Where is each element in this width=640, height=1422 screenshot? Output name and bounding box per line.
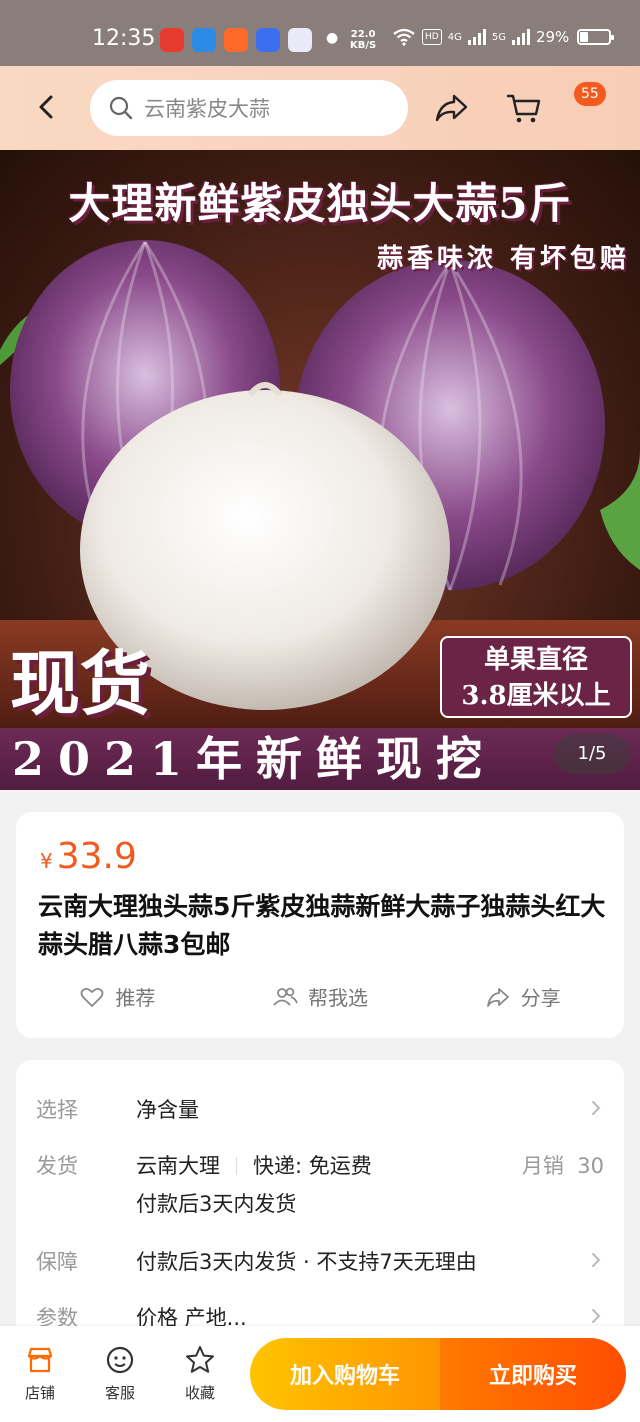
status-dot: ●	[326, 30, 339, 46]
shipping-note: 付款后3天内发货	[136, 1192, 297, 1216]
add-to-cart-button[interactable]: 加入购物车	[250, 1338, 440, 1410]
favorite-label: 收藏	[184, 1384, 215, 1402]
signal-icon	[511, 29, 530, 45]
store-tab[interactable]: 店铺	[12, 1344, 68, 1403]
search-icon	[109, 96, 133, 120]
status-bar: 12:35 ● 22.0 KB/S HD 4G 5G 29%	[0, 0, 640, 66]
monthly-sales-label: 月销	[521, 1154, 564, 1178]
store-label: 店铺	[24, 1384, 55, 1402]
guarantee-value: 付款后3天内发货 · 不支持7天无理由	[136, 1250, 477, 1274]
network-type-2: 5G	[491, 31, 506, 43]
select-label: 选择	[36, 1098, 78, 1122]
product-title: 云南大理独头蒜5斤紫皮独蒜新鲜大蒜子独蒜头红大蒜头腊八蒜3包邮	[38, 892, 606, 959]
app-notification-icon	[288, 28, 312, 52]
speed-value: 22.0	[350, 29, 376, 40]
notification-icons	[160, 28, 312, 52]
chevron-right-icon	[592, 1309, 601, 1323]
info-card: 选择 净含量 发货 云南大理 快递: 免运费 月销 30 付款后3天内发货 保障 …	[16, 1060, 624, 1360]
monthly-sales: 月销 30	[522, 1150, 604, 1180]
shipping-origin: 云南大理	[136, 1154, 220, 1178]
signal-icon	[467, 29, 486, 45]
monthly-sales-value: 30	[577, 1154, 604, 1178]
select-value: 净含量	[136, 1098, 199, 1122]
recommend-label: 推荐	[115, 986, 156, 1010]
banner-title: 大理新鲜紫皮独头大蒜5斤	[68, 179, 572, 228]
price: ¥ 33.9	[40, 836, 137, 877]
favorite-tab[interactable]: 收藏	[172, 1344, 228, 1403]
guarantee-label: 保障	[36, 1250, 78, 1274]
guarantee-row[interactable]: 保障 付款后3天内发货 · 不支持7天无理由	[36, 1246, 604, 1276]
price-currency: ¥	[40, 849, 53, 873]
status-indicators: HD 4G 5G 29%	[392, 28, 615, 46]
price-card: ¥ 33.9 云南大理独头蒜5斤紫皮独蒜新鲜大蒜子独蒜头红大蒜头腊八蒜3包邮 推…	[16, 812, 624, 1038]
app-notification-icon	[256, 28, 280, 52]
shipping-express: 快递: 免运费	[253, 1154, 372, 1178]
banner-in-stock: 现货	[10, 642, 150, 725]
help-choose-label: 帮我选	[308, 986, 368, 1010]
search-query: 云南紫皮大蒜	[144, 97, 270, 121]
back-arrow-icon[interactable]	[30, 90, 64, 124]
share-button[interactable]: 分享	[421, 982, 624, 1011]
heart-icon	[80, 987, 104, 1007]
customer-service-tab[interactable]: 客服	[92, 1344, 148, 1403]
store-icon	[27, 1347, 53, 1373]
select-row[interactable]: 选择 净含量	[36, 1094, 604, 1124]
customer-service-label: 客服	[104, 1384, 135, 1402]
price-value: 33.9	[56, 836, 137, 877]
size-line-1: 单果直径	[483, 645, 588, 675]
share-label: 分享	[520, 986, 561, 1010]
app-notification-icon	[160, 28, 184, 52]
hd-voice-tag: HD	[422, 29, 442, 45]
chat-face-icon	[106, 1346, 134, 1374]
network-speed: 22.0 KB/S	[350, 29, 376, 51]
people-icon	[273, 987, 298, 1006]
status-time: 12:35	[92, 26, 156, 51]
network-type-1: 4G	[447, 31, 462, 43]
chevron-right-icon	[592, 1101, 601, 1115]
shipping-info: 云南大理 快递: 免运费	[136, 1150, 372, 1180]
battery-percent: 29%	[535, 28, 570, 46]
share-icon[interactable]	[432, 88, 472, 128]
banner-size-box: 单果直径 3.8厘米以上	[440, 636, 632, 718]
divider	[236, 1157, 237, 1175]
battery-icon	[577, 29, 615, 45]
wifi-icon	[393, 28, 415, 46]
search-bar[interactable]: 云南紫皮大蒜	[90, 80, 408, 136]
product-image-carousel[interactable]: 大理新鲜紫皮独头大蒜5斤 蒜香味浓 有坏包赔 现货 单果直径 3.8厘米以上 2…	[0, 150, 640, 790]
speed-unit: KB/S	[350, 40, 377, 51]
cart-count-badge: 55	[574, 82, 606, 106]
product-actions: 推荐 帮我选 分享	[16, 982, 624, 1011]
share-icon	[486, 987, 509, 1007]
cart-icon[interactable]	[504, 88, 544, 128]
banner-subtitle: 蒜香味浓 有坏包赔	[376, 244, 630, 274]
size-line-2: 3.8厘米以上	[461, 681, 611, 711]
help-choose-button[interactable]: 帮我选	[219, 982, 422, 1011]
shipping-row: 发货 云南大理 快递: 免运费 月销 30 付款后3天内发货	[36, 1150, 604, 1220]
top-navigation: 云南紫皮大蒜 55	[0, 66, 640, 150]
image-pager: 1/5	[554, 734, 630, 774]
star-icon	[186, 1346, 214, 1373]
bottom-action-bar: 店铺 客服 收藏 加入购物车 立即购买	[0, 1326, 640, 1422]
recommend-button[interactable]: 推荐	[16, 982, 219, 1011]
buy-now-button[interactable]: 立即购买	[440, 1338, 626, 1410]
shipping-label: 发货	[36, 1154, 78, 1178]
app-notification-icon	[192, 28, 216, 52]
chevron-right-icon	[592, 1253, 601, 1267]
banner-bottom-strip: 2021年新鲜现挖	[0, 728, 640, 790]
app-notification-icon	[224, 28, 248, 52]
